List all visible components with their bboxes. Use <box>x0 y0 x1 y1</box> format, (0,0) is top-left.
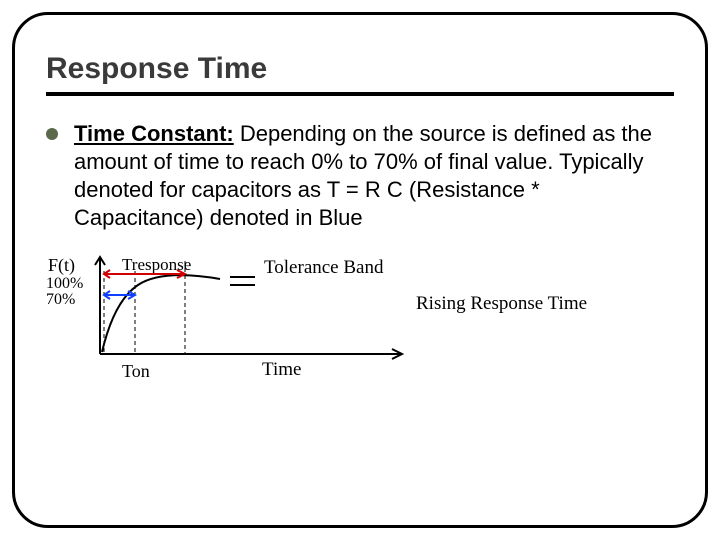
rising-response-label: Rising Response Time <box>416 293 587 315</box>
y-axis-label: F(t) <box>48 255 75 276</box>
diagram-svg <box>90 249 410 389</box>
slide-content: Response Time Time Constant: Depending o… <box>12 12 708 528</box>
response-diagram: F(t) 100% 70% Tresponse Tolerance Band R… <box>46 249 674 409</box>
level-70-label: 70% <box>46 291 75 309</box>
slide-title: Response Time <box>46 52 674 86</box>
bullet-icon <box>46 128 58 140</box>
title-underline <box>46 92 674 96</box>
bullet-item: Time Constant: Depending on the source i… <box>46 120 674 233</box>
bullet-lead: Time Constant: <box>74 121 234 146</box>
bullet-text: Time Constant: Depending on the source i… <box>74 120 674 233</box>
